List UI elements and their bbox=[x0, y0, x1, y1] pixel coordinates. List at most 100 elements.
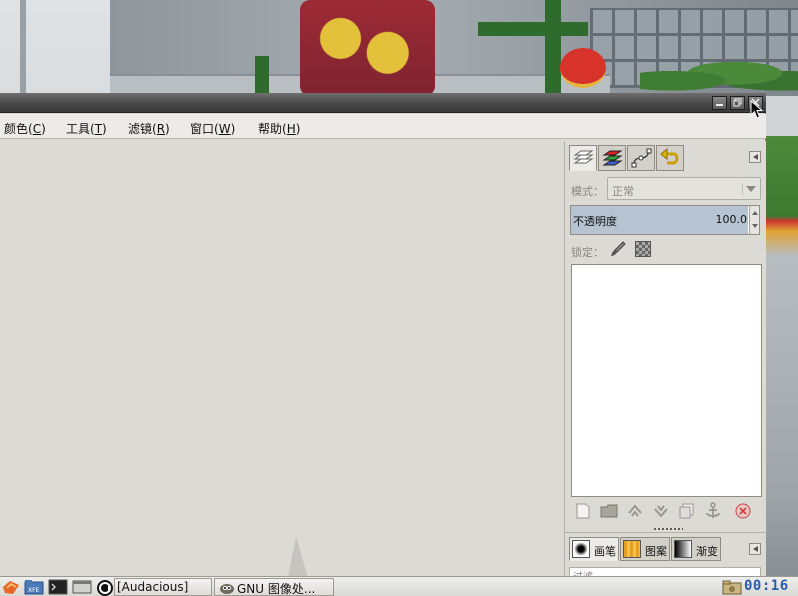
menu-windows[interactable]: 窗口(W) bbox=[190, 120, 235, 137]
new-layer-group-button[interactable] bbox=[599, 501, 619, 521]
paths-icon bbox=[631, 148, 652, 168]
menu-colors-label: 颜色 bbox=[4, 122, 29, 136]
tab-layers[interactable] bbox=[569, 145, 597, 171]
svg-text:XFE: XFE bbox=[28, 587, 40, 594]
menu-tools-label: 工具 bbox=[66, 122, 91, 136]
delete-layer-button[interactable] bbox=[733, 501, 753, 521]
mode-label: 模式： bbox=[571, 185, 604, 198]
gradient-icon bbox=[674, 540, 692, 558]
chevron-down-icon bbox=[742, 183, 756, 195]
menu-help[interactable]: 帮助(H) bbox=[258, 120, 300, 137]
layers-dock: 模式： 正常 不透明度 100.0 锁定： 画笔 图案 渐变 bbox=[564, 141, 767, 581]
task-gimp-label: GNU 图像处... bbox=[237, 582, 316, 596]
opacity-label: 不透明度 bbox=[573, 215, 617, 228]
window-icon bbox=[72, 580, 92, 594]
lower-layer-icon bbox=[654, 505, 668, 518]
tab-brushes-label: 画笔 bbox=[594, 545, 616, 558]
new-layer-group-icon bbox=[600, 504, 618, 518]
pattern-icon bbox=[623, 540, 641, 558]
duplicate-layer-icon bbox=[679, 503, 694, 519]
tray-folder-icon bbox=[722, 580, 742, 595]
maximize-button[interactable] bbox=[730, 96, 745, 110]
taskbar: XFE [Audacious] GNU 图像处... 00:16 bbox=[0, 576, 798, 596]
menu-colors[interactable]: 颜色(C) bbox=[4, 120, 46, 137]
mouse-pointer-icon bbox=[750, 100, 764, 119]
gimp-icon bbox=[220, 584, 234, 594]
menu-tools[interactable]: 工具(T) bbox=[66, 120, 107, 137]
lock-alpha-toggle[interactable] bbox=[635, 241, 651, 257]
task-audacious[interactable]: [Audacious] bbox=[114, 578, 212, 596]
menu-colors-mnemonic: C bbox=[32, 122, 42, 136]
menu-windows-mnemonic: W bbox=[218, 122, 231, 136]
menu-filters-label: 滤镜 bbox=[128, 122, 153, 136]
layers-list[interactable] bbox=[571, 264, 762, 497]
brush-icon bbox=[572, 540, 590, 558]
lock-pixels-toggle[interactable] bbox=[609, 240, 627, 258]
restore-icon bbox=[733, 98, 742, 107]
dock-menu-arrow-button[interactable] bbox=[749, 151, 761, 163]
menu-tools-mnemonic: T bbox=[94, 122, 103, 136]
brushes-dock: 画笔 图案 渐变 过滤 bbox=[565, 532, 767, 581]
new-layer-button[interactable] bbox=[573, 501, 593, 521]
gimp-main-window: 颜色(C) 工具(T) 滤镜(R) 窗口(W) 帮助(H) 模式： 正常 不透明… bbox=[0, 93, 767, 581]
window-titlebar[interactable] bbox=[0, 93, 766, 113]
wallpaper-pole bbox=[20, 0, 26, 96]
wallpaper-trees bbox=[640, 58, 798, 96]
mode-select[interactable]: 正常 bbox=[607, 177, 761, 200]
empty-image-canvas[interactable] bbox=[0, 142, 563, 578]
undo-history-icon bbox=[660, 148, 679, 165]
opacity-value: 100.0 bbox=[715, 213, 748, 226]
app-menu-button[interactable] bbox=[1, 579, 19, 595]
wallpaper-arch-right bbox=[545, 0, 561, 96]
menu-filters[interactable]: 滤镜(R) bbox=[128, 120, 170, 137]
wallpaper-arch-left bbox=[255, 56, 269, 96]
wallpaper-arch-top bbox=[478, 22, 588, 36]
tab-paths[interactable] bbox=[627, 145, 655, 171]
file-manager-icon: XFE bbox=[24, 580, 44, 595]
terminal-launcher[interactable] bbox=[48, 579, 68, 595]
lower-layer-button[interactable] bbox=[651, 501, 671, 521]
opacity-spin-buttons[interactable] bbox=[749, 206, 759, 234]
raise-layer-icon bbox=[628, 504, 642, 517]
menu-help-label: 帮助 bbox=[258, 122, 283, 136]
menubar: 颜色(C) 工具(T) 滤镜(R) 窗口(W) 帮助(H) bbox=[0, 114, 766, 139]
channels-icon bbox=[602, 150, 623, 166]
wallpaper-right-strip bbox=[766, 96, 798, 576]
tab-brushes[interactable]: 画笔 bbox=[569, 537, 619, 561]
minimize-button[interactable] bbox=[712, 96, 727, 110]
raise-layer-button[interactable] bbox=[625, 501, 645, 521]
paintbrush-icon bbox=[611, 241, 626, 256]
layer-buttons-bar bbox=[569, 499, 761, 523]
wallpaper-flower-sign bbox=[300, 0, 435, 96]
show-desktop-launcher[interactable] bbox=[72, 579, 92, 595]
mode-select-value: 正常 bbox=[612, 185, 634, 198]
new-layer-icon bbox=[576, 503, 590, 519]
minimize-icon bbox=[716, 104, 723, 106]
clock[interactable]: 00:16 bbox=[744, 578, 789, 594]
delete-layer-icon bbox=[735, 503, 751, 519]
audacious-icon bbox=[97, 580, 113, 596]
opacity-spin-scale[interactable]: 不透明度 100.0 bbox=[570, 205, 760, 235]
terminal-icon bbox=[48, 579, 68, 595]
menu-filters-mnemonic: R bbox=[156, 122, 166, 136]
layers-icon bbox=[573, 150, 594, 164]
task-gimp[interactable]: GNU 图像处... bbox=[214, 578, 334, 596]
task-audacious-label: [Audacious] bbox=[117, 580, 189, 594]
menu-help-mnemonic: H bbox=[286, 122, 296, 136]
tab-undo-history[interactable] bbox=[656, 145, 684, 171]
duplicate-layer-button[interactable] bbox=[677, 501, 697, 521]
dock-resize-grip[interactable] bbox=[653, 527, 683, 531]
tray-item[interactable] bbox=[722, 579, 742, 595]
menu-windows-label: 窗口 bbox=[190, 122, 215, 136]
wilber-watermark bbox=[288, 536, 308, 578]
wallpaper-lantern bbox=[560, 48, 606, 88]
tab-patterns[interactable]: 图案 bbox=[620, 537, 670, 561]
tab-channels[interactable] bbox=[598, 145, 626, 171]
file-manager-launcher[interactable]: XFE bbox=[24, 579, 44, 595]
audacious-launcher[interactable] bbox=[96, 579, 114, 596]
tab-gradients[interactable]: 渐变 bbox=[671, 537, 721, 561]
tab-patterns-label: 图案 bbox=[645, 545, 667, 558]
anchor-layer-button[interactable] bbox=[703, 501, 723, 521]
lock-label: 锁定： bbox=[571, 246, 604, 259]
brushes-dock-menu-arrow-button[interactable] bbox=[749, 543, 761, 555]
